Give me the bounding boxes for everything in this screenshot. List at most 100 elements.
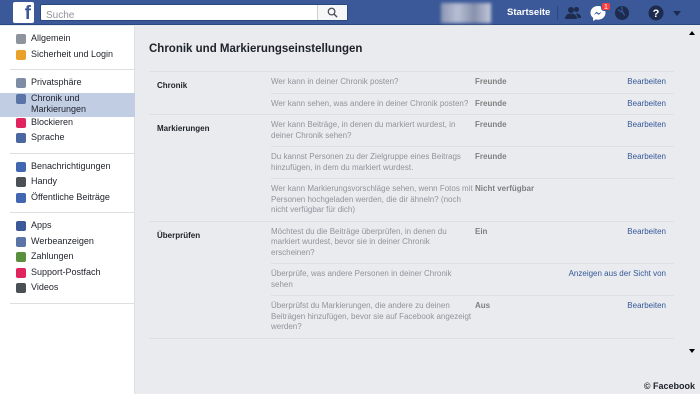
setting-value: Freunde [475,77,507,86]
edit-link[interactable]: Bearbeiten [561,94,674,115]
sidebar-item[interactable]: Chronik und Markierungen [0,92,135,117]
setting-question: Wer kann Markierungsvorschläge sehen, we… [271,184,473,214]
sidebar-item[interactable]: Zahlungen [10,251,135,267]
image-credit: © Facebook [643,381,695,391]
setting-value: Freunde [475,120,507,129]
setting-question: Du kannst Personen zu der Zielgruppe ein… [271,152,461,172]
sidebar-item-label: Support-Postfach [31,266,101,277]
profile-avatar[interactable] [441,3,491,23]
setting-value: Ein [475,226,488,236]
sidebar-item[interactable]: Handy [10,176,135,192]
sidebar-item-label: Sicherheit und Login [31,48,114,59]
sidebar-item[interactable]: Öffentliche Beiträge [10,192,135,208]
sidebar-item[interactable]: Privatsphäre [10,77,135,93]
facebook-logo[interactable]: f [13,2,34,23]
friends-icon[interactable] [564,4,582,22]
sidebar-item-label: Privatsphäre [31,77,82,87]
section-title: Chronik [157,81,188,90]
payments-icon [16,252,26,262]
section-title: Überprüfen [157,230,201,240]
scroll-down-arrow[interactable] [689,349,695,353]
sidebar-item[interactable]: Apps [10,220,135,236]
page-title: Chronik und Markierungseinstellungen [149,43,363,55]
lifebuoy-icon [16,267,26,278]
edit-link[interactable]: Bearbeiten [561,115,674,146]
settings-section: Markierungen Wer kann Beiträge, in denen … [149,114,674,221]
sidebar-item[interactable]: Sprache [10,132,135,148]
sidebar-item-label: Öffentliche Beiträge [31,191,110,202]
setting-row: Du kannst Personen zu der Zielgruppe ein… [271,146,674,178]
globe-icon[interactable] [613,4,631,22]
video-icon [16,283,26,293]
settings-content: Chronik und Markierungseinstellungen Chr… [149,26,674,339]
svg-text:?: ? [653,8,660,20]
shield-icon [16,49,26,60]
sidebar-item-label: Apps [31,220,52,230]
sidebar-item[interactable]: Benachrichtigungen [10,161,135,177]
setting-question: Wer kann sehen, was andere in deiner Chr… [271,98,469,108]
sidebar-item-label: Chronik und Markierungen [31,92,87,114]
search-box [40,4,348,23]
block-icon [16,117,26,128]
settings-sidebar: Allgemein Sicherheit und Login Privatsphär… [0,26,135,394]
search-input[interactable] [41,8,311,23]
lock-icon [16,78,26,88]
edit-link [561,179,674,221]
edit-link[interactable]: Anzeigen aus der Sicht von [561,264,674,295]
setting-question: Überprüfe, was andere Personen in deiner… [271,269,452,289]
sidebar-group: Allgemein Sicherheit und Login [10,26,135,70]
setting-row: Möchtest du die Beiträge überprüfen, in … [271,222,674,264]
setting-value [475,264,561,295]
sidebar-item-label: Sprache [31,132,65,142]
globe-icon [16,161,26,172]
sidebar-item-label: Blockieren [31,116,74,127]
search-button[interactable] [317,5,347,20]
section-rows: Wer kann Beiträge, in denen du markiert … [271,115,674,221]
sidebar-item[interactable]: Sicherheit und Login [10,49,135,65]
sidebar-group: Apps Werbeanzeigen Zahlungen Support-Postfa… [10,213,135,304]
rss-icon [16,192,26,203]
sidebar-item[interactable]: Videos [10,282,135,298]
scroll-up-arrow[interactable] [689,31,695,35]
section-title: Markierungen [157,124,210,133]
edit-link[interactable]: Bearbeiten [561,72,674,93]
settings-sections: Chronik Wer kann in deiner Chronik posten… [149,71,674,339]
chevron-down-icon[interactable] [668,4,686,22]
phone-icon [16,177,26,187]
sidebar-item-label: Benachrichtigungen [31,160,111,171]
divider [149,337,674,339]
help-icon[interactable]: ? [647,4,665,22]
setting-question: Wer kann Beiträge, in denen du markiert … [271,120,456,140]
sidebar-group: Benachrichtigungen Handy Öffentliche Beitr… [10,154,135,213]
setting-value: Freunde [475,152,507,161]
edit-link[interactable]: Bearbeiten [561,222,674,264]
language-icon [16,133,26,143]
timeline-icon [16,93,26,104]
gear-icon [16,34,26,44]
sidebar-item[interactable]: Blockieren [10,117,135,133]
setting-row: Wer kann sehen, was andere in deiner Chr… [271,92,674,115]
edit-link[interactable]: Bearbeiten [561,296,674,338]
ads-icon [16,236,26,247]
setting-row: Wer kann in deiner Chronik posten? Freund… [271,72,674,93]
notification-badge: 1 [601,2,611,11]
edit-link[interactable]: Bearbeiten [561,147,674,178]
setting-value: Freunde [475,98,507,108]
sidebar-item-label: Werbeanzeigen [31,235,94,246]
setting-value: Nicht verfügbar [475,184,535,193]
section-rows: Wer kann in deiner Chronik posten? Freund… [271,72,674,114]
setting-value: Aus [475,301,491,310]
setting-row: Überprüfe, was andere Personen in deiner… [271,263,674,295]
setting-row: Wer kann Beiträge, in denen du markiert … [271,115,674,146]
sidebar-item-label: Allgemein [31,33,71,43]
sidebar-item-label: Videos [31,282,59,292]
home-link[interactable]: Startseite [507,7,550,18]
sidebar-item[interactable]: Allgemein [10,33,135,49]
settings-section: Chronik Wer kann in deiner Chronik posten… [149,71,674,114]
setting-row: Wer kann Markierungsvorschläge sehen, we… [271,178,674,221]
sidebar-item-label: Zahlungen [31,251,74,261]
sidebar-item[interactable]: Support-Postfach [10,267,135,283]
section-rows: Möchtest du die Beiträge überprüfen, in … [271,222,674,338]
sidebar-item[interactable]: Werbeanzeigen [10,236,135,252]
search-icon [327,7,338,18]
